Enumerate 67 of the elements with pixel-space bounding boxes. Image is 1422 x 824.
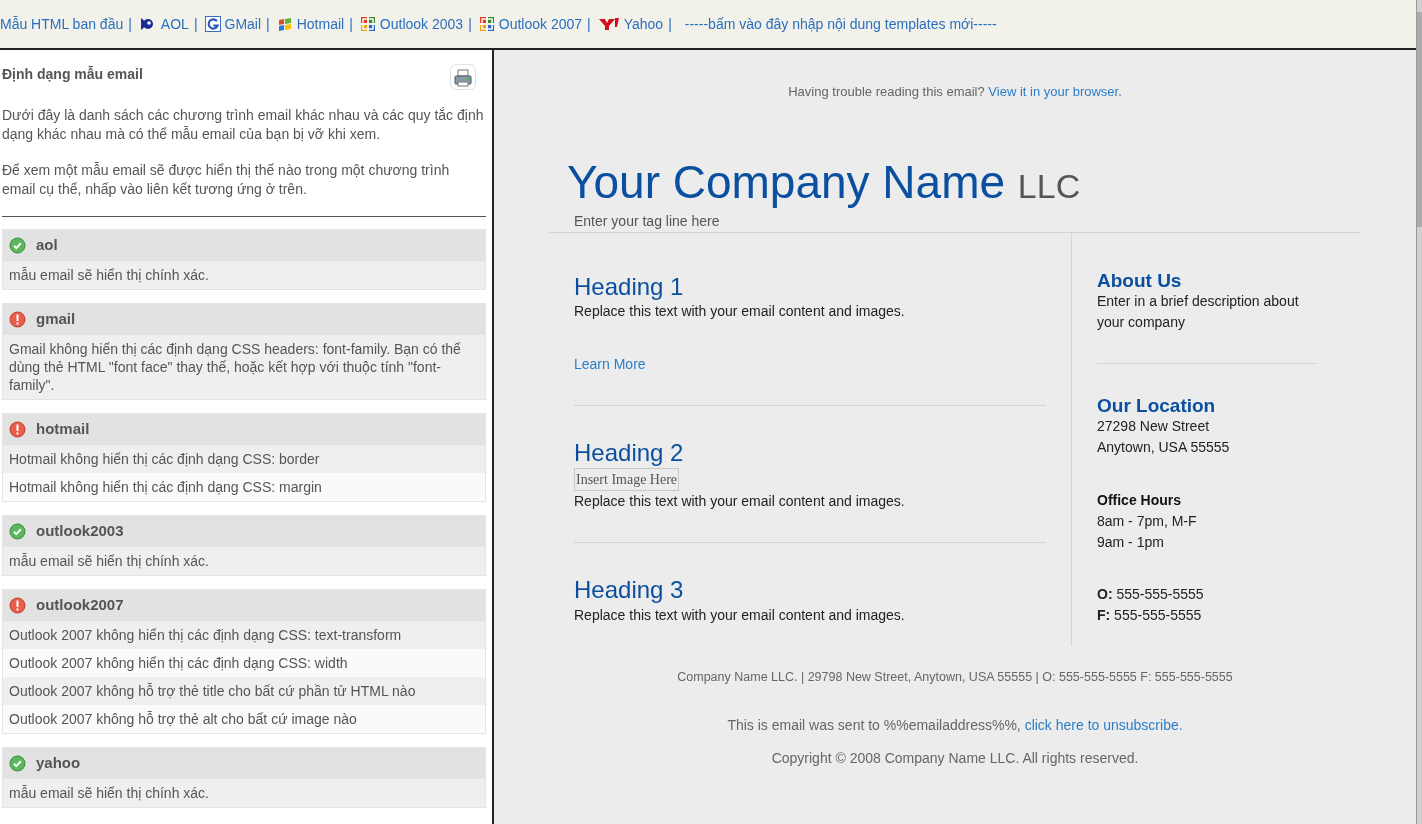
hours-heading: Office Hours [1097,490,1182,510]
nav-link[interactable]: GMail [204,13,262,35]
separator: | [587,14,591,34]
office-logo-icon [359,16,376,32]
section-heading: Heading 3 [574,576,685,605]
contact-line: O: 555-555-5555 [1097,584,1205,604]
hours-line: 8am - 7pm, M-F [1097,511,1198,531]
client-note: Gmail không hiển thị các định dạng CSS headers: font-family. Bạn có thể dùng thẻ HTML "font face" thay thế, hoặc kết hợp với thuộc tính "font-family". [3,335,485,399]
address-line: 27298 New Street [1097,416,1211,436]
nav-link[interactable]: Hotmail [276,13,345,35]
scrollbar[interactable] [1416,0,1422,824]
client-name: outlook2003 [36,521,124,542]
nav-link[interactable]: Outlook 2007 [478,13,583,35]
g-logo-icon [204,16,221,32]
alt-text: Insert Image Here [576,472,678,488]
separator: | [128,14,132,34]
about-text: Enter in a brief description about your company [1097,291,1300,332]
print-button[interactable] [450,64,476,90]
separator: | [468,14,472,34]
section-text: Replace this text with your email content and images. [574,605,906,625]
client-name: aol [36,235,58,256]
separator: | [266,14,270,34]
description-text: Để xem một mẫu email sẽ được hiển thị thế nào trong một chương trình email cụ thể, nhấp vào liên kết tương ứng ở trên. [2,161,451,199]
client-name: outlook2007 [36,595,124,616]
unsubscribe-link[interactable]: click here to unsubscribe. [1024,716,1183,733]
nav-link[interactable]: Yahoo [597,13,664,35]
learn-more-link[interactable]: Learn More [574,354,646,376]
client-note: Hotmail không hiển thị các định dạng CSS: border [3,445,485,473]
section-text: Replace this text with your email content and images. [574,492,906,512]
separator: | [668,14,672,34]
yahoo-logo-icon [597,17,620,31]
browser-link[interactable]: View it in your browser. [988,84,1122,99]
section-text: Replace this text with your email content and images. [574,302,906,322]
client-note: Hotmail không hiển thị các định dạng CSS: margin [3,473,485,501]
nav-link[interactable]: Mẫu HTML ban đầu [0,13,124,35]
client-name: yahoo [36,753,81,774]
tagline-text: Enter your tag line here [574,211,721,231]
nav-link[interactable]: Outlook 2003 [359,13,464,35]
panel-title: Định dạng mẫu email [2,65,143,84]
client-note: Outlook 2007 không hỗ trợ thẻ alt cho bất cứ image nào [3,705,485,733]
section-heading: Heading 1 [574,272,685,302]
hours-line: 9am - 1pm [1097,532,1165,552]
nav-link[interactable]: -----bấm vào đây nhập nội dung templates mới----- [684,13,997,35]
client-note: mẫu email sẽ hiển thị chính xác. [3,261,485,289]
contact-line: F: 555-555-5555 [1097,605,1203,625]
footer-address: Company Name LLC. | 29798 New Street, Anytown, USA 55555 | O: 555-555-5555 F: 555-555-5555 [676,668,1234,686]
client-note: mẫu email sẽ hiển thị chính xác. [3,547,485,575]
section-heading: Heading 2 [574,439,685,469]
location-heading: Our Location [1097,395,1217,416]
separator: | [193,14,198,34]
client-name: hotmail [36,419,90,440]
about-heading: About Us [1097,270,1183,291]
office-logo-icon [478,16,495,32]
client-note: Outlook 2007 không hiển thị các định dạng CSS: width [3,649,485,677]
client-note: mẫu email sẽ hiển thị chính xác. [3,779,485,807]
client-note: Outlook 2007 không hiển thị các định dạng CSS: text-transform [3,621,485,649]
address-line: Anytown, USA 55555 [1097,437,1231,457]
client-note: Outlook 2007 không hỗ trợ thẻ title cho bất cứ phần tử HTML nào [3,677,485,705]
unsubscribe-text: This is email was sent to %%emailaddress%%, click here to unsubscribe. [726,715,1184,735]
separator: | [349,14,353,34]
client-name: gmail [36,309,76,330]
windows-flag-icon [276,16,293,32]
preheader-text: Having trouble reading this email? View it in your browser. [787,83,1123,101]
company-name: Your Company Name LLC [567,156,1082,210]
copyright-text: Copyright © 2008 Company Name LLC. All rights reserved. [770,748,1140,768]
nav-link[interactable]: AOL [138,13,189,35]
description-text: Dưới đây là danh sách các chương trình email khác nhau và các quy tắc định dạng khác nhau mà có thể mẫu email của bạn bị vỡ khi xem. [2,106,485,144]
